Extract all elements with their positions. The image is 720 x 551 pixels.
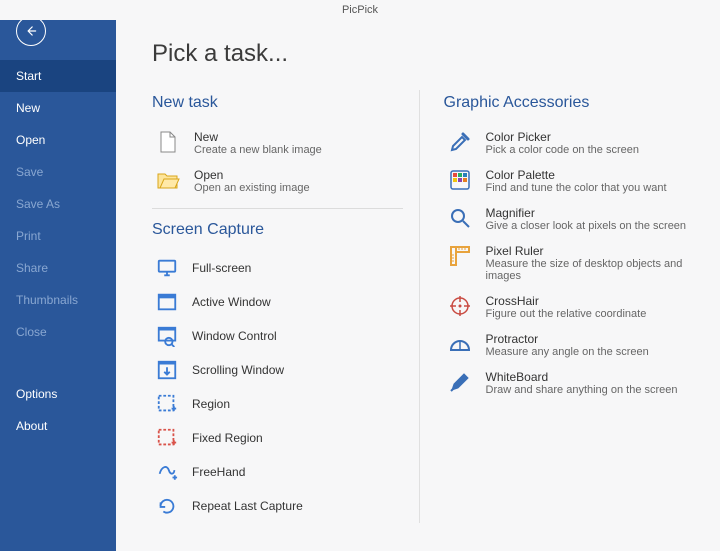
task-title: Window Control xyxy=(192,325,277,347)
sidebar-item-save[interactable]: Save xyxy=(0,156,116,188)
pen-icon xyxy=(448,370,472,394)
task-whiteboard[interactable]: WhiteBoard Draw and share anything on th… xyxy=(444,364,695,402)
sidebar-item-open[interactable]: Open xyxy=(0,124,116,156)
sidebar-item-save-as[interactable]: Save As xyxy=(0,188,116,220)
task-desc: Give a closer look at pixels on the scre… xyxy=(486,220,687,232)
fixed-region-icon xyxy=(156,427,178,449)
window-control-icon xyxy=(156,325,178,347)
section-title-new-task: New task xyxy=(152,94,403,112)
freehand-icon xyxy=(156,461,178,483)
task-open[interactable]: Open Open an existing image xyxy=(152,162,403,200)
eyedropper-icon xyxy=(448,130,472,154)
ruler-icon xyxy=(448,244,472,268)
task-title: Magnifier xyxy=(486,206,687,220)
divider xyxy=(152,208,403,209)
task-protractor[interactable]: Protractor Measure any angle on the scre… xyxy=(444,326,695,364)
palette-icon xyxy=(448,168,472,192)
sidebar-item-label: Close xyxy=(16,325,47,339)
task-active-window[interactable]: Active Window xyxy=(152,285,403,319)
task-columns: New task New Create a new blank image xyxy=(152,90,694,523)
sidebar-item-label: Thumbnails xyxy=(16,293,78,307)
task-color-palette[interactable]: Color Palette Find and tune the color th… xyxy=(444,162,695,200)
section-title-accessories: Graphic Accessories xyxy=(444,94,695,112)
col-left: New task New Create a new blank image xyxy=(152,90,420,523)
monitor-icon xyxy=(156,257,178,279)
task-crosshair[interactable]: CrossHair Figure out the relative coordi… xyxy=(444,288,695,326)
task-title: FreeHand xyxy=(192,461,245,483)
window-icon xyxy=(156,291,178,313)
task-desc: Measure the size of desktop objects and … xyxy=(486,258,695,282)
task-title: Scrolling Window xyxy=(192,359,284,381)
task-title: Protractor xyxy=(486,332,649,346)
task-title: Color Picker xyxy=(486,130,639,144)
sidebar-item-options[interactable]: Options xyxy=(0,378,116,410)
task-title: WhiteBoard xyxy=(486,370,678,384)
sidebar-item-label: Print xyxy=(16,229,41,243)
task-desc: Open an existing image xyxy=(194,182,310,194)
task-fixed-region[interactable]: Fixed Region xyxy=(152,421,403,455)
back-button[interactable] xyxy=(16,16,46,46)
col-right: Graphic Accessories Color Picker Pick a … xyxy=(444,90,695,523)
task-title: Open xyxy=(194,168,310,182)
sidebar-item-label: About xyxy=(16,419,47,433)
task-desc: Measure any angle on the screen xyxy=(486,346,649,358)
task-full-screen[interactable]: Full-screen xyxy=(152,251,403,285)
task-title: Repeat Last Capture xyxy=(192,495,303,517)
sidebar-item-label: Share xyxy=(16,261,48,275)
main-panel: Pick a task... New task New Create a new… xyxy=(116,20,720,551)
task-color-picker[interactable]: Color Picker Pick a color code on the sc… xyxy=(444,124,695,162)
crosshair-icon xyxy=(448,294,472,318)
nav-spacer xyxy=(0,348,116,378)
sidebar-item-thumbnails[interactable]: Thumbnails xyxy=(0,284,116,316)
app-title: PicPick xyxy=(342,4,378,16)
arrow-left-icon xyxy=(24,24,38,38)
sidebar-item-label: New xyxy=(16,101,40,115)
sidebar-item-share[interactable]: Share xyxy=(0,252,116,284)
titlebar: PicPick xyxy=(0,0,720,20)
scrolling-window-icon xyxy=(156,359,178,381)
page-title: Pick a task... xyxy=(152,40,694,68)
task-pixel-ruler[interactable]: Pixel Ruler Measure the size of desktop … xyxy=(444,238,695,288)
sidebar-item-new[interactable]: New xyxy=(0,92,116,124)
magnifier-icon xyxy=(448,206,472,230)
task-desc: Pick a color code on the screen xyxy=(486,144,639,156)
folder-open-icon xyxy=(156,168,180,192)
sidebar-item-label: Save As xyxy=(16,197,60,211)
task-region[interactable]: Region xyxy=(152,387,403,421)
task-desc: Figure out the relative coordinate xyxy=(486,308,647,320)
task-title: Color Palette xyxy=(486,168,667,182)
repeat-icon xyxy=(156,495,178,517)
task-freehand[interactable]: FreeHand xyxy=(152,455,403,489)
task-desc: Create a new blank image xyxy=(194,144,322,156)
protractor-icon xyxy=(448,332,472,356)
sidebar-item-label: Start xyxy=(16,69,41,83)
task-new[interactable]: New Create a new blank image xyxy=(152,124,403,162)
task-title: Active Window xyxy=(192,291,271,313)
task-repeat-last-capture[interactable]: Repeat Last Capture xyxy=(152,489,403,523)
task-desc: Draw and share anything on the screen xyxy=(486,384,678,396)
sidebar: Start New Open Save Save As Print Share … xyxy=(0,0,116,551)
task-desc: Find and tune the color that you want xyxy=(486,182,667,194)
task-title: Region xyxy=(192,393,230,415)
sidebar-item-print[interactable]: Print xyxy=(0,220,116,252)
sidebar-item-start[interactable]: Start xyxy=(0,60,116,92)
sidebar-item-close[interactable]: Close xyxy=(0,316,116,348)
app-body: Start New Open Save Save As Print Share … xyxy=(0,20,720,551)
sidebar-item-about[interactable]: About xyxy=(0,410,116,442)
task-title: Full-screen xyxy=(192,257,251,279)
region-icon xyxy=(156,393,178,415)
task-title: Pixel Ruler xyxy=(486,244,695,258)
sidebar-item-label: Open xyxy=(16,133,45,147)
task-window-control[interactable]: Window Control xyxy=(152,319,403,353)
task-title: Fixed Region xyxy=(192,427,263,449)
section-title-screen-capture: Screen Capture xyxy=(152,221,403,239)
sidebar-item-label: Save xyxy=(16,165,43,179)
task-magnifier[interactable]: Magnifier Give a closer look at pixels o… xyxy=(444,200,695,238)
task-scrolling-window[interactable]: Scrolling Window xyxy=(152,353,403,387)
sidebar-item-label: Options xyxy=(16,387,57,401)
task-title: New xyxy=(194,130,322,144)
page-icon xyxy=(156,130,180,154)
task-title: CrossHair xyxy=(486,294,647,308)
